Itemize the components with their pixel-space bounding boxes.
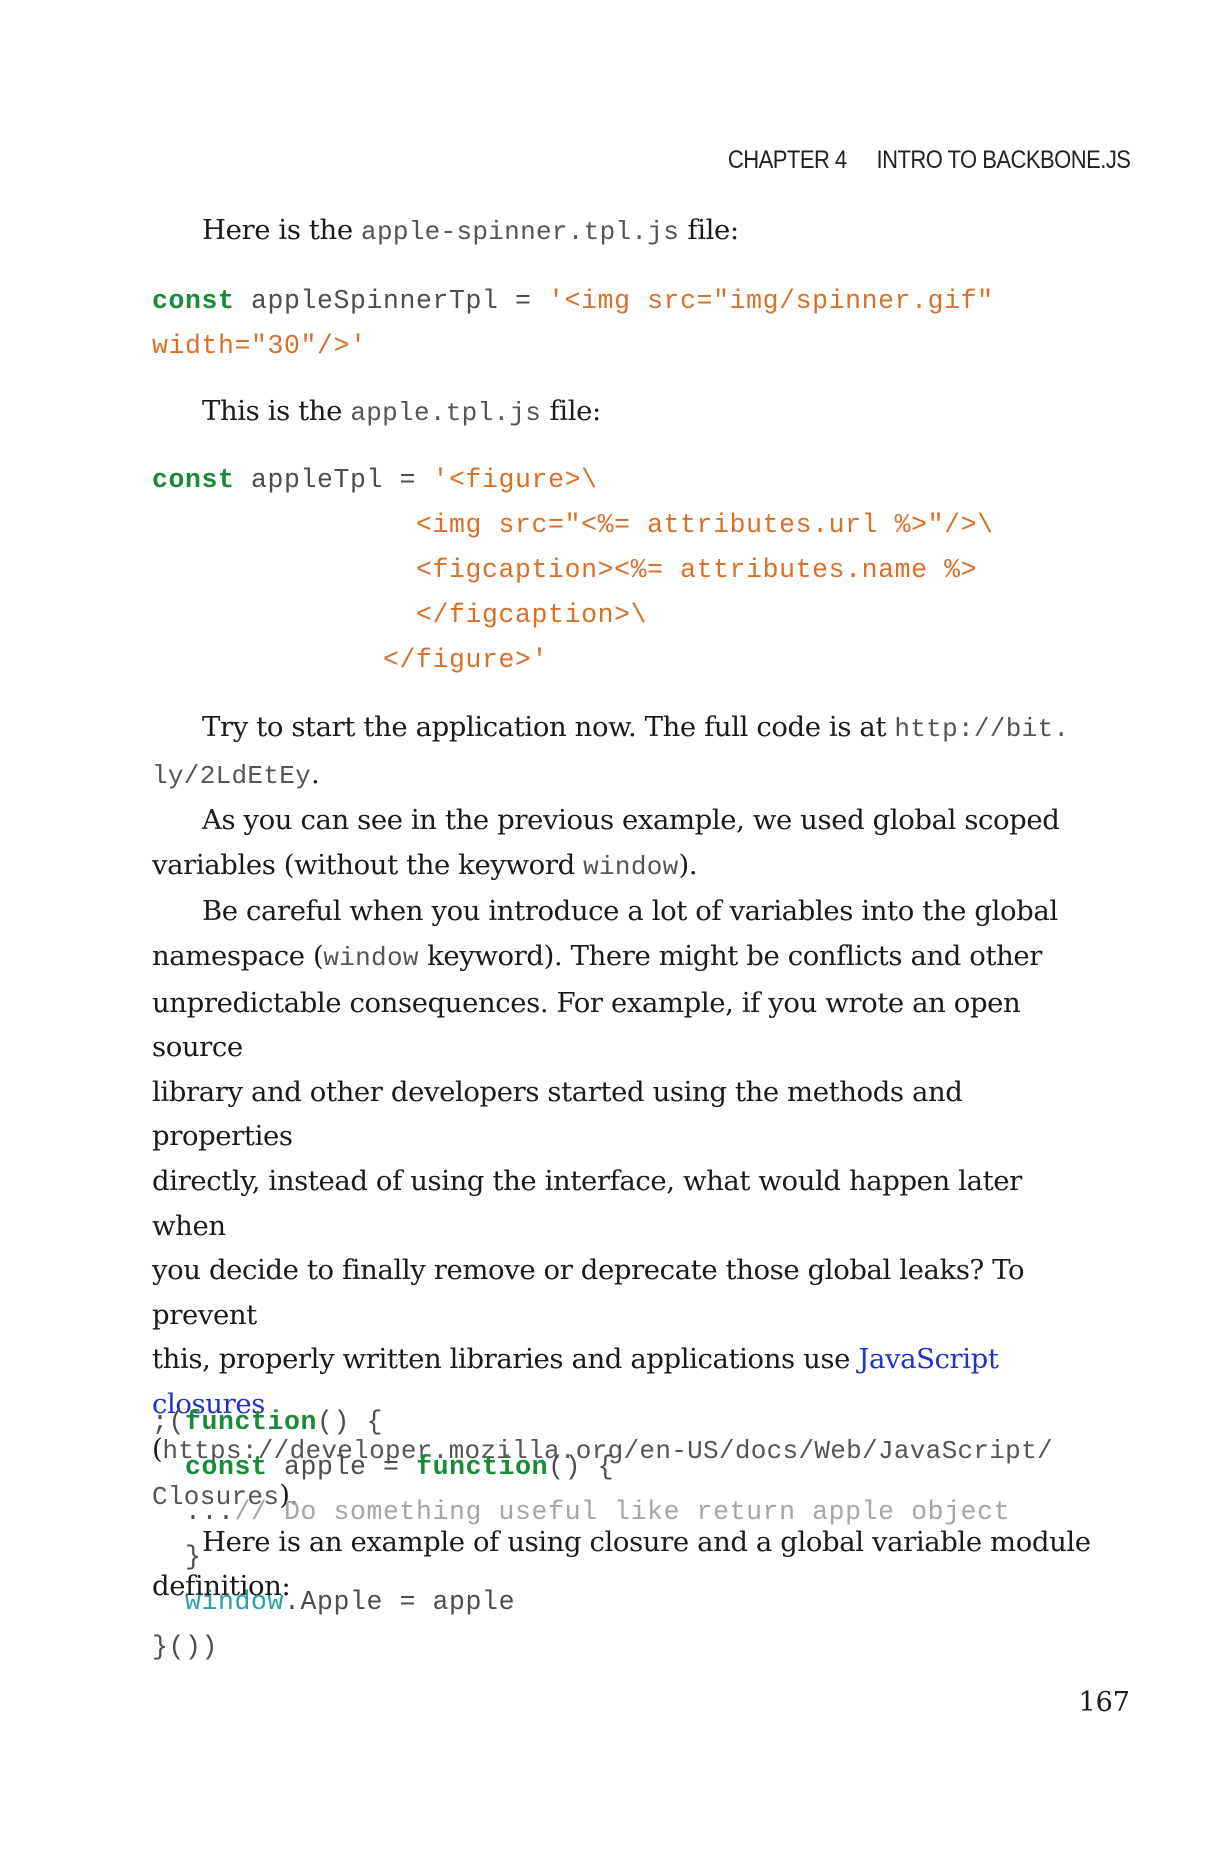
inline-code-filename: apple.tpl.js (350, 398, 542, 428)
chapter-title: INTRO TO BACKBONE.JS (876, 146, 1130, 174)
page-number: 167 (1078, 1687, 1130, 1718)
inline-code-window: window (323, 942, 419, 973)
inline-code-filename: apple-spinner.tpl.js (361, 217, 680, 247)
link-url[interactable]: ly/2LdEtEy (152, 761, 311, 791)
paragraph-apple-tpl-intro: This is the apple.tpl.js file: (202, 395, 601, 428)
chapter-label: CHAPTER 4 (727, 146, 847, 174)
inline-code-window: window (583, 851, 679, 882)
code-string: '<img src="img/spinner.gif" (548, 286, 994, 316)
code-block-spinner: const appleSpinnerTpl = '<img src="img/s… (152, 286, 994, 361)
code-keyword: function (416, 1452, 549, 1482)
code-keyword: const (185, 1452, 268, 1482)
code-block-closure: ;(function() { const apple = function() … (152, 1407, 1011, 1662)
running-header: CHAPTER 4 INTRO TO BACKBONE.JS (727, 146, 1130, 175)
paragraph-spinner-intro: Here is the apple-spinner.tpl.js file: (202, 214, 739, 247)
link-url[interactable]: http://bit. (894, 714, 1069, 744)
book-page: CHAPTER 4 INTRO TO BACKBONE.JS Here is th… (0, 0, 1220, 1850)
code-block-apple-tpl: const appleTpl = '<figure>\ <img src="<%… (152, 465, 994, 675)
code-string: width="30"/>' (152, 331, 367, 361)
code-global-object: window (185, 1587, 285, 1617)
code-keyword: const (152, 286, 235, 316)
code-keyword: function (185, 1407, 318, 1437)
code-comment: // Do something useful like return apple… (234, 1497, 1011, 1527)
code-keyword: const (152, 465, 235, 495)
